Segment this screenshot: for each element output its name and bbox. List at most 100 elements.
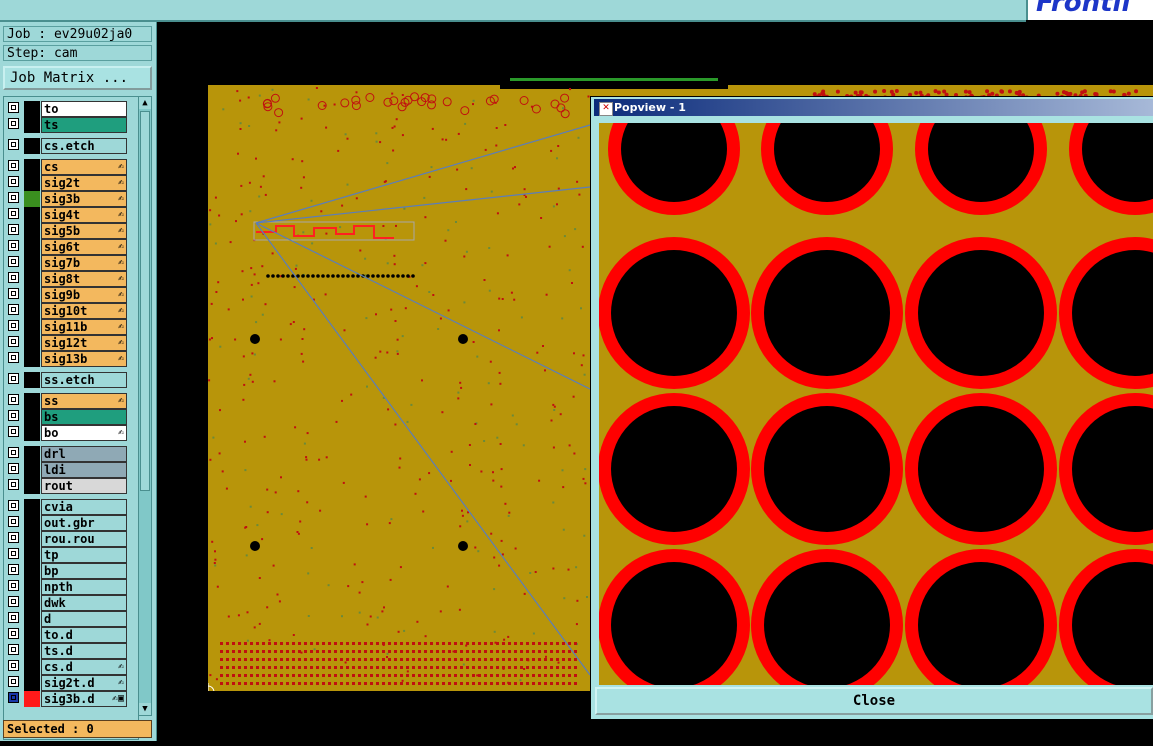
layer-name[interactable]: sig3b ✍ — [41, 191, 127, 207]
scroll-up-arrow-icon[interactable]: ▲ — [139, 97, 151, 109]
layer-name[interactable]: sig2t.d ✍ — [41, 675, 127, 691]
layer-row-bo[interactable]: bo ✍ — [4, 425, 127, 441]
layer-checkbox[interactable] — [8, 192, 19, 203]
layer-name[interactable]: sig2t ✍ — [41, 175, 127, 191]
layer-name[interactable]: to.d — [41, 627, 127, 643]
layer-name[interactable]: rou.rou — [41, 531, 127, 547]
layer-color-swatch[interactable] — [24, 627, 40, 643]
layer-row-to[interactable]: to — [4, 101, 127, 117]
layer-checkbox[interactable] — [8, 176, 19, 187]
layer-name[interactable]: bp — [41, 563, 127, 579]
layer-name[interactable]: sig12t ✍ — [41, 335, 127, 351]
layer-row-ss-etch[interactable]: ss.etch — [4, 372, 127, 388]
layer-name[interactable]: ts.d — [41, 643, 127, 659]
layer-color-swatch[interactable] — [24, 409, 40, 425]
layer-color-swatch[interactable] — [24, 531, 40, 547]
layer-color-swatch[interactable] — [24, 579, 40, 595]
layer-color-swatch[interactable] — [24, 223, 40, 239]
layer-row-sig5b[interactable]: sig5b ✍ — [4, 223, 127, 239]
layer-color-swatch[interactable] — [24, 159, 40, 175]
layer-checkbox[interactable] — [8, 447, 19, 458]
layer-color-swatch[interactable] — [24, 563, 40, 579]
layer-name[interactable]: sig6t ✍ — [41, 239, 127, 255]
layer-checkbox[interactable] — [8, 139, 19, 150]
layer-checkbox[interactable] — [8, 272, 19, 283]
layer-row-cs-etch[interactable]: cs.etch — [4, 138, 127, 154]
layer-name[interactable]: sig9b ✍ — [41, 287, 127, 303]
layer-checkbox[interactable] — [8, 676, 19, 687]
layer-name[interactable]: cs.etch — [41, 138, 127, 154]
layer-color-swatch[interactable] — [24, 287, 40, 303]
layer-name[interactable]: d — [41, 611, 127, 627]
layer-color-swatch[interactable] — [24, 547, 40, 563]
layer-row-sig2t-d[interactable]: sig2t.d ✍ — [4, 675, 127, 691]
layer-name[interactable]: sig5b ✍ — [41, 223, 127, 239]
layer-checkbox[interactable] — [8, 612, 19, 623]
layer-row-d[interactable]: d — [4, 611, 127, 627]
layer-row-sig12t[interactable]: sig12t ✍ — [4, 335, 127, 351]
layer-color-swatch[interactable] — [24, 462, 40, 478]
layer-color-swatch[interactable] — [24, 271, 40, 287]
layer-checkbox[interactable] — [8, 240, 19, 251]
layer-color-swatch[interactable] — [24, 691, 40, 707]
layer-name[interactable]: out.gbr — [41, 515, 127, 531]
layer-row-ldi[interactable]: ldi — [4, 462, 127, 478]
layer-checkbox[interactable] — [8, 256, 19, 267]
layer-row-rout[interactable]: rout — [4, 478, 127, 494]
layer-checkbox[interactable] — [8, 394, 19, 405]
layer-color-swatch[interactable] — [24, 239, 40, 255]
layer-color-swatch[interactable] — [24, 191, 40, 207]
layer-color-swatch[interactable] — [24, 138, 40, 154]
layer-color-swatch[interactable] — [24, 319, 40, 335]
scroll-thumb[interactable] — [140, 111, 150, 491]
layer-name[interactable]: cvia — [41, 499, 127, 515]
job-matrix-button[interactable]: Job Matrix ... — [3, 66, 152, 90]
layer-row-bp[interactable]: bp — [4, 563, 127, 579]
layer-name[interactable]: to — [41, 101, 127, 117]
layer-name[interactable]: sig8t ✍ — [41, 271, 127, 287]
layer-checkbox[interactable] — [8, 352, 19, 363]
layer-name[interactable]: rout — [41, 478, 127, 494]
layer-name[interactable]: ss ✍ — [41, 393, 127, 409]
layer-name[interactable]: sig10t ✍ — [41, 303, 127, 319]
layer-row-to-d[interactable]: to.d — [4, 627, 127, 643]
layer-name[interactable]: sig13b ✍ — [41, 351, 127, 367]
scroll-down-arrow-icon[interactable]: ▼ — [139, 703, 151, 715]
layer-row-rou-rou[interactable]: rou.rou — [4, 531, 127, 547]
layer-row-npth[interactable]: npth — [4, 579, 127, 595]
layer-checkbox[interactable] — [8, 548, 19, 559]
layer-name[interactable]: dwk — [41, 595, 127, 611]
layer-checkbox[interactable] — [8, 160, 19, 171]
layer-row-sig7b[interactable]: sig7b ✍ — [4, 255, 127, 271]
layer-list-scrollbar[interactable]: ▲ ▼ — [138, 96, 152, 716]
layer-name[interactable]: bs — [41, 409, 127, 425]
layer-checkbox[interactable] — [8, 580, 19, 591]
layer-row-ts[interactable]: ts — [4, 117, 127, 133]
layer-row-cs[interactable]: cs ✍ — [4, 159, 127, 175]
layer-name[interactable]: sig7b ✍ — [41, 255, 127, 271]
layer-checkbox[interactable] — [8, 644, 19, 655]
layer-color-swatch[interactable] — [24, 478, 40, 494]
layer-row-sig4t[interactable]: sig4t ✍ — [4, 207, 127, 223]
layer-checkbox[interactable] — [8, 118, 19, 129]
layer-color-swatch[interactable] — [24, 393, 40, 409]
layer-row-bs[interactable]: bs — [4, 409, 127, 425]
popview-zoom-view[interactable] — [599, 123, 1153, 685]
layer-checkbox[interactable] — [8, 410, 19, 421]
layer-checkbox[interactable] — [8, 500, 19, 511]
layer-name[interactable]: npth — [41, 579, 127, 595]
layer-row-sig3b-d[interactable]: sig3b.d ✍▣ — [4, 691, 127, 707]
layer-color-swatch[interactable] — [24, 515, 40, 531]
layer-checkbox[interactable] — [8, 516, 19, 527]
layer-name[interactable]: ts — [41, 117, 127, 133]
layer-checkbox[interactable] — [8, 304, 19, 315]
layer-color-swatch[interactable] — [24, 499, 40, 515]
layer-checkbox[interactable] — [8, 564, 19, 575]
layer-color-swatch[interactable] — [24, 303, 40, 319]
layer-color-swatch[interactable] — [24, 255, 40, 271]
layer-name[interactable]: sig11b ✍ — [41, 319, 127, 335]
layer-checkbox[interactable] — [8, 692, 19, 703]
layer-row-sig8t[interactable]: sig8t ✍ — [4, 271, 127, 287]
layer-row-sig9b[interactable]: sig9b ✍ — [4, 287, 127, 303]
layer-checkbox[interactable] — [8, 102, 19, 113]
